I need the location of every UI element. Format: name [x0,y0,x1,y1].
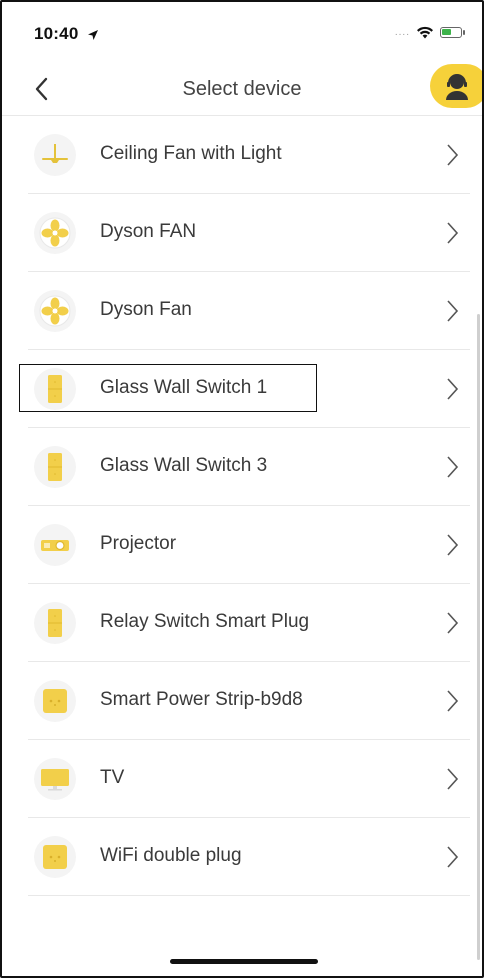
time-text: 10:40 [34,24,79,43]
device-row-relay-switch-smart-plug[interactable]: Relay Switch Smart Plug [28,584,470,662]
nav-bar: Select device [2,62,482,116]
fan-icon [39,295,71,327]
device-label: WiFi double plug [100,845,242,866]
chevron-right-icon [447,690,459,712]
chevron-right-icon [447,456,459,478]
device-label: Dyson FAN [100,221,197,242]
device-row-smart-power-strip[interactable]: Smart Power Strip-b9d8 [28,662,470,740]
device-label: Relay Switch Smart Plug [100,611,310,632]
device-label: Glass Wall Switch 3 [100,455,268,476]
chevron-right-icon [447,534,459,556]
device-row-tv[interactable]: TV [28,740,470,818]
device-row-dyson-fan-2[interactable]: Dyson Fan [28,272,470,350]
device-label: TV [100,767,125,788]
chevron-right-icon [447,768,459,790]
device-label: Projector [100,533,177,554]
power-strip-icon [43,845,67,869]
status-icons: .... [394,26,465,39]
home-indicator[interactable] [170,959,318,964]
device-icon-container [34,524,76,566]
wall-switch-icon [48,375,62,403]
signal-dots-icon: .... [394,27,410,38]
device-icon-container [34,836,76,878]
device-row-glass-wall-switch-1[interactable]: Glass Wall Switch 1 [28,350,470,428]
chevron-right-icon [447,300,459,322]
device-row-ceiling-fan-with-light[interactable]: Ceiling Fan with Light [28,116,470,194]
device-label: Glass Wall Switch 1 [100,377,268,398]
tv-icon [41,769,69,791]
device-icon-container [34,368,76,410]
device-icon-container [34,758,76,800]
chevron-right-icon [447,612,459,634]
chevron-right-icon [447,378,459,400]
device-list: Ceiling Fan with Light Dyson FAN Dyson F… [2,116,482,896]
device-row-wifi-double-plug[interactable]: WiFi double plug [28,818,470,896]
device-icon-container [34,602,76,644]
fan-icon [39,217,71,249]
page-title: Select device [182,78,302,100]
projector-icon [41,540,69,551]
device-row-glass-wall-switch-3[interactable]: Glass Wall Switch 3 [28,428,470,506]
device-icon-container [34,134,76,176]
battery-icon [440,27,465,38]
device-row-dyson-fan-1[interactable]: Dyson FAN [28,194,470,272]
device-label: Smart Power Strip-b9d8 [100,689,303,710]
scrollbar[interactable] [477,314,480,960]
device-icon-container [34,446,76,488]
support-button[interactable] [430,64,482,108]
device-label: Ceiling Fan with Light [100,143,282,164]
device-icon-container [34,680,76,722]
wall-switch-icon [48,453,62,481]
wall-switch-icon [48,609,62,637]
chevron-right-icon [447,222,459,244]
customer-support-icon [446,74,468,100]
device-icon-container [34,212,76,254]
device-row-projector[interactable]: Projector [28,506,470,584]
power-strip-icon [43,689,67,713]
phone-screen: 10:40 .... Select device Ceiling Fan wit… [0,0,484,978]
status-time: 10:40 [34,24,99,44]
chevron-right-icon [447,846,459,868]
chevron-right-icon [447,144,459,166]
ceiling-fan-icon [42,144,68,163]
device-label: Dyson Fan [100,299,192,320]
device-icon-container [34,290,76,332]
wifi-icon [417,26,433,39]
location-arrow-icon [88,29,99,40]
status-bar: 10:40 .... [2,2,482,62]
